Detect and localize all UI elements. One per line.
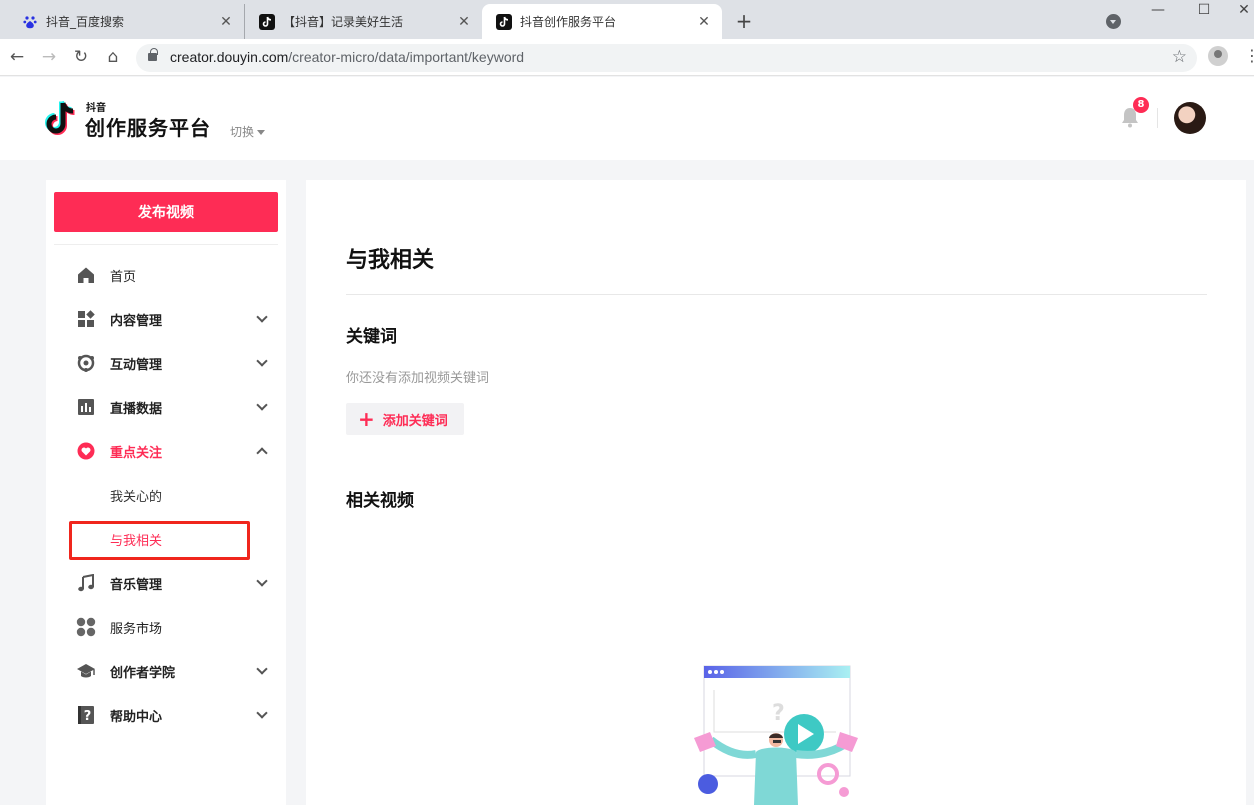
douyin-logo-icon[interactable]: [44, 100, 78, 136]
title-divider: [346, 294, 1207, 295]
academy-icon: [76, 661, 96, 681]
tab-title: 【抖音】记录美好生活: [283, 15, 404, 29]
home-button-icon[interactable]: ⌂: [102, 46, 124, 68]
back-icon[interactable]: ←: [6, 46, 28, 68]
chevron-down-icon: [256, 399, 268, 411]
home-icon: [76, 265, 96, 285]
header-divider: [1157, 108, 1158, 128]
sidebar-item-service-market[interactable]: 服务市场: [76, 612, 272, 642]
notification-badge: 8: [1133, 97, 1149, 113]
add-keyword-button[interactable]: + 添加关键词: [346, 403, 464, 435]
address-bar[interactable]: creator.douyin.com/creator-micro/data/im…: [136, 44, 1197, 72]
logo-title: 创作服务平台: [85, 116, 211, 140]
sidebar-item-academy[interactable]: 创作者学院: [76, 656, 272, 686]
keywords-section-title: 关键词: [346, 327, 397, 347]
minimize-icon[interactable]: —: [1148, 2, 1168, 18]
sidebar-item-label: 服务市场: [110, 621, 163, 637]
highlight-annotation-box: [69, 521, 250, 560]
sidebar: 发布视频 首页 内容管理 互动管理 直播数据 重点关注 我关心的 与我相关 音乐…: [46, 180, 286, 805]
site-header: 抖音 创作服务平台 切换 8: [0, 77, 1254, 160]
sidebar-item-focus[interactable]: 重点关注: [76, 436, 272, 466]
sidebar-item-label: 重点关注: [110, 445, 163, 461]
keywords-empty-text: 你还没有添加视频关键词: [346, 371, 490, 386]
sidebar-subitem-my-concerns[interactable]: 我关心的: [110, 486, 162, 505]
close-window-icon[interactable]: ✕: [1234, 2, 1254, 18]
publish-video-button[interactable]: 发布视频: [54, 192, 278, 232]
main-content: 与我相关 关键词 你还没有添加视频关键词 + 添加关键词 相关视频 ?: [306, 180, 1246, 805]
chevron-up-icon: [256, 447, 268, 459]
sidebar-item-music[interactable]: 音乐管理: [76, 568, 272, 598]
plus-icon: +: [358, 407, 375, 431]
sidebar-item-label: 互动管理: [110, 357, 163, 373]
bookmark-star-icon[interactable]: ☆: [1172, 47, 1187, 67]
sidebar-item-label: 创作者学院: [110, 665, 176, 681]
close-tab-icon[interactable]: ✕: [218, 14, 234, 30]
tab-title: 抖音_百度搜索: [46, 15, 125, 29]
sidebar-item-home[interactable]: 首页: [76, 260, 272, 290]
sidebar-item-content[interactable]: 内容管理: [76, 304, 272, 334]
browser-tab-creator[interactable]: 抖音创作服务平台 ✕: [482, 4, 722, 39]
switch-dropdown[interactable]: 切换: [230, 123, 265, 140]
browser-profile-icon[interactable]: [1208, 46, 1228, 66]
reload-icon[interactable]: ↻: [70, 46, 92, 68]
chevron-down-icon: [256, 311, 268, 323]
heart-icon: [76, 441, 96, 461]
sidebar-item-label: 音乐管理: [110, 577, 163, 593]
music-icon: [76, 573, 96, 593]
browser-tab-baidu[interactable]: 抖音_百度搜索 ✕: [8, 4, 244, 39]
chevron-down-icon: [256, 663, 268, 675]
browser-tab-bar: 抖音_百度搜索 ✕ 【抖音】记录美好生活 ✕ 抖音创作服务平台 ✕ + — ☐ …: [0, 0, 1254, 39]
new-tab-icon[interactable]: +: [733, 10, 755, 32]
browser-menu-icon[interactable]: ⋮: [1244, 46, 1254, 66]
sidebar-item-live-data[interactable]: 直播数据: [76, 392, 272, 422]
chevron-down-icon: [256, 575, 268, 587]
tab-search-icon[interactable]: [1106, 14, 1121, 29]
browser-toolbar: ← → ↻ ⌂ creator.douyin.com/creator-micro…: [0, 39, 1254, 76]
grid-icon: [76, 617, 96, 637]
sidebar-item-interaction[interactable]: 互动管理: [76, 348, 272, 378]
add-keyword-label: 添加关键词: [382, 413, 448, 429]
svg-text:?: ?: [772, 701, 785, 726]
sidebar-divider: [54, 244, 278, 245]
sidebar-item-label: 内容管理: [110, 313, 163, 329]
help-icon: ?: [76, 705, 96, 725]
lock-icon: [148, 48, 158, 61]
baidu-icon: [22, 14, 38, 30]
related-videos-section-title: 相关视频: [346, 491, 414, 511]
tab-title: 抖音创作服务平台: [520, 15, 617, 29]
sidebar-item-label: 直播数据: [110, 401, 163, 417]
empty-state-illustration: ?: [694, 665, 858, 805]
forward-icon[interactable]: →: [38, 46, 60, 68]
svg-text:?: ?: [84, 709, 92, 724]
close-tab-icon[interactable]: ✕: [696, 14, 712, 30]
content-icon: [76, 309, 96, 329]
close-tab-icon[interactable]: ✕: [456, 14, 472, 30]
chevron-down-icon: [256, 707, 268, 719]
browser-tab-douyin[interactable]: 【抖音】记录美好生活 ✕: [244, 4, 482, 39]
douyin-icon: [259, 13, 275, 30]
page-title: 与我相关: [346, 248, 435, 273]
avatar[interactable]: [1174, 102, 1206, 134]
chevron-down-icon: [256, 355, 268, 367]
interaction-icon: [76, 353, 96, 373]
douyin-icon: [496, 13, 512, 30]
chart-icon: [76, 397, 96, 417]
sidebar-item-help[interactable]: ? 帮助中心: [76, 700, 272, 730]
sidebar-item-label: 帮助中心: [110, 709, 163, 725]
maximize-icon[interactable]: ☐: [1194, 2, 1214, 18]
url-text: creator.douyin.com/creator-micro/data/im…: [170, 49, 525, 65]
sidebar-item-label: 首页: [110, 269, 137, 285]
